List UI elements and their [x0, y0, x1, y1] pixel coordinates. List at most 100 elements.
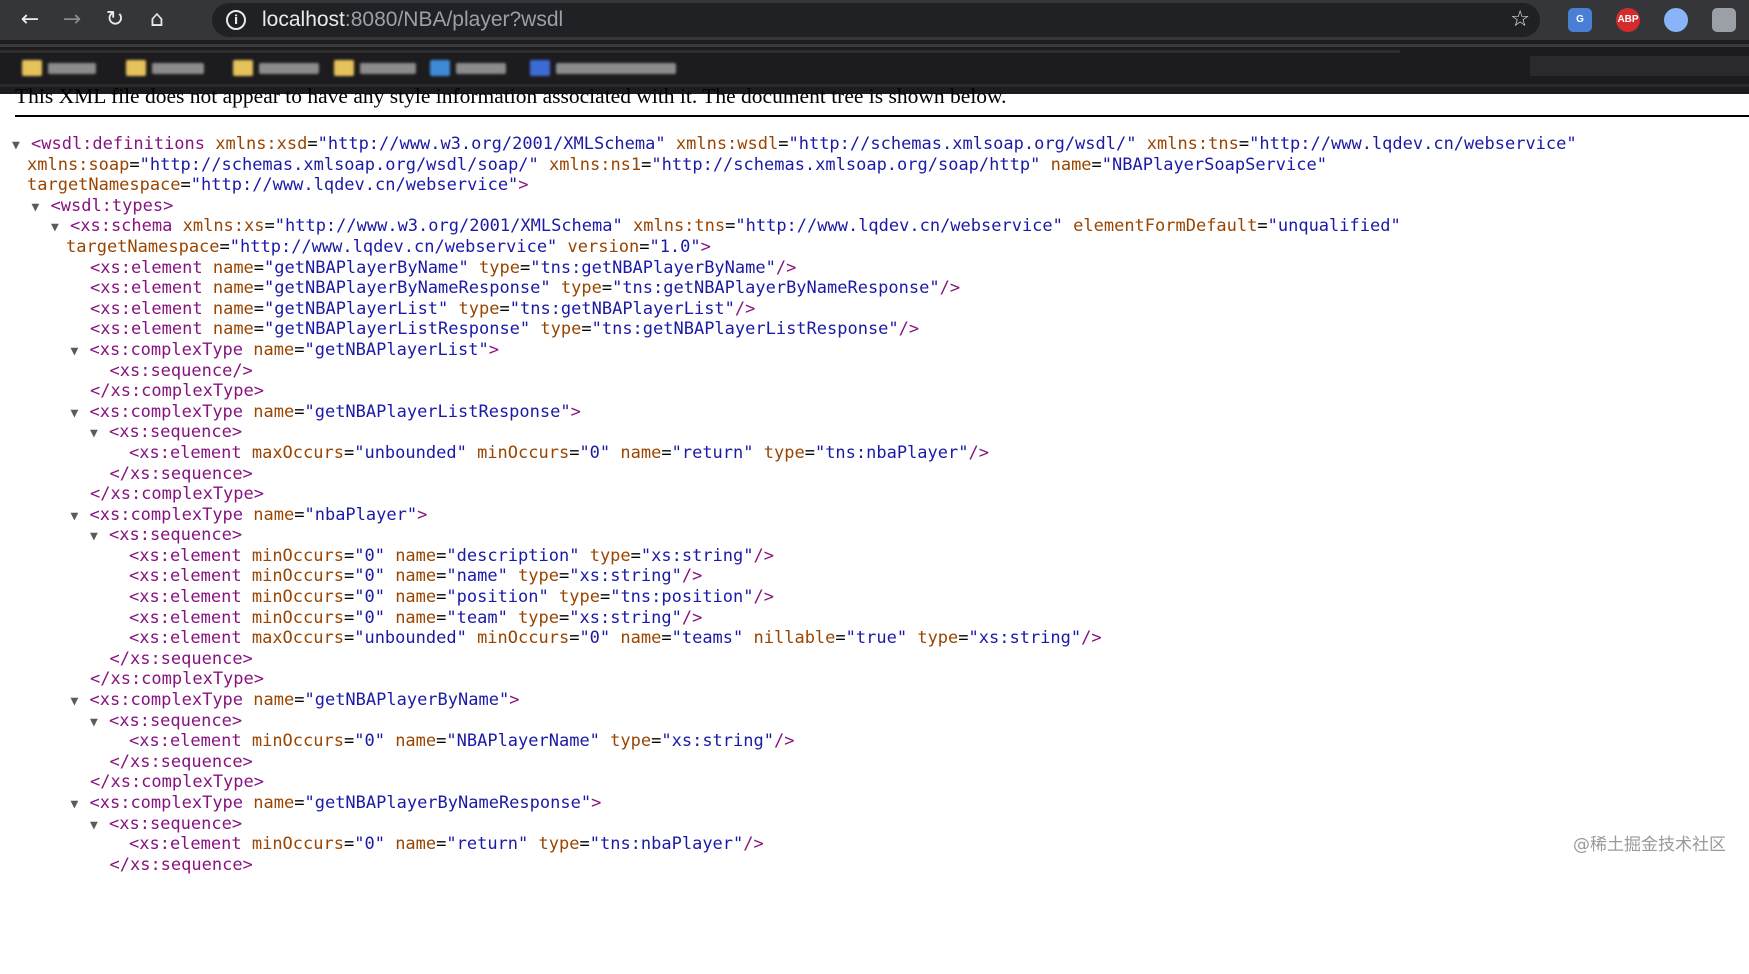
collapse-triangle-icon[interactable]: ▼	[51, 218, 70, 239]
xml-token: "tns:getNBAPlayerByName"	[530, 257, 776, 278]
xml-token: "xs:string"	[569, 607, 682, 628]
home-icon[interactable]: ⌂	[143, 6, 171, 34]
xml-token: name	[253, 793, 295, 813]
xml-token: "getNBAPlayerListResponse"	[304, 401, 571, 422]
xml-line: <xs:element minOccurs="0" name="position…	[0, 587, 1577, 608]
xml-token: xmlns:wsdl	[675, 134, 779, 154]
xml-token	[242, 546, 252, 566]
xml-line: </xs:complexType>	[0, 484, 1577, 505]
forward-arrow-icon[interactable]: →	[58, 6, 86, 34]
xml-token: =	[436, 607, 447, 628]
xml-token	[469, 258, 479, 278]
xml-token: />	[939, 278, 961, 299]
bookmark-item-blurred[interactable]	[126, 58, 204, 78]
xml-token: =	[307, 134, 318, 154]
xml-token: =	[569, 628, 580, 649]
collapse-triangle-icon[interactable]: ▼	[90, 424, 109, 445]
xml-token: />	[1081, 628, 1102, 649]
xml-token: "http://www.w3.org/2001/XMLSchema"	[274, 216, 623, 237]
site-info-icon[interactable]: i	[226, 10, 246, 30]
collapse-triangle-icon[interactable]: ▼	[12, 136, 31, 157]
xml-token: type	[560, 278, 602, 299]
collapse-triangle-icon[interactable]: ▼	[71, 342, 90, 363]
xml-token: type	[589, 545, 631, 566]
xml-line: <xs:element name="getNBAPlayerListRespon…	[0, 319, 1577, 340]
collapse-triangle-icon[interactable]: ▼	[90, 713, 109, 734]
xml-token: name	[395, 731, 437, 752]
xml-token: type	[458, 298, 500, 319]
xml-token: "0"	[354, 566, 385, 587]
collapse-triangle-icon[interactable]: ▼	[71, 404, 90, 425]
xml-token: <xs:element	[129, 566, 242, 587]
bookmark-item-blurred[interactable]	[530, 58, 676, 78]
xml-token: "position"	[446, 587, 549, 608]
xml-token: =	[294, 504, 305, 525]
xml-token: =	[519, 257, 531, 278]
xml-line: </xs:complexType>	[0, 381, 1577, 402]
xml-token: minOccurs	[251, 607, 344, 628]
xml-token: <wsdl:types>	[50, 195, 174, 216]
collapse-triangle-icon[interactable]: ▼	[90, 527, 109, 548]
xml-token	[610, 443, 620, 463]
url-text[interactable]: localhost:8080/NBA/player?wsdl	[262, 3, 563, 37]
xml-token	[743, 628, 753, 648]
xml-token	[242, 566, 252, 586]
xml-token: >	[570, 401, 581, 422]
xml-token: name	[253, 690, 295, 711]
xml-token: =	[599, 587, 611, 608]
xml-token: xmlns:tns	[633, 216, 726, 237]
xml-token: elementFormDefault	[1073, 216, 1258, 237]
xml-token	[243, 340, 253, 360]
xml-token: xmlns:soap	[27, 154, 130, 175]
xml-token: <xs:element	[90, 319, 203, 340]
xml-token: "tns:nbaPlayer"	[589, 834, 744, 855]
xml-line: ▼ <xs:complexType name="getNBAPlayerList"…	[0, 340, 1577, 361]
address-bar[interactable]: i localhost:8080/NBA/player?wsdl ☆	[212, 3, 1540, 37]
puzzle-extension[interactable]	[1712, 8, 1736, 32]
xml-token	[242, 443, 252, 463]
xml-line: <xs:element minOccurs="0" name="team" ty…	[0, 608, 1577, 629]
xml-token: "tns:nbaPlayer"	[814, 442, 969, 463]
xml-token: "getNBAPlayerList"	[304, 339, 489, 360]
bookmark-star-icon[interactable]: ☆	[1510, 3, 1530, 37]
xml-token: type	[518, 607, 560, 628]
xml-token: <xs:complexType	[89, 793, 244, 813]
collapse-triangle-icon[interactable]: ▼	[71, 692, 90, 713]
xml-token: name	[395, 587, 437, 608]
xml-token	[385, 546, 395, 566]
bookmark-item-blurred[interactable]	[233, 58, 319, 78]
xml-line: ▼ <xs:complexType name="nbaPlayer">	[0, 505, 1577, 526]
xml-token	[623, 216, 633, 236]
xml-token: "getNBAPlayerByName"	[304, 690, 510, 711]
bookmark-item-blurred[interactable]	[22, 58, 96, 78]
xml-line: </xs:sequence>	[0, 649, 1577, 670]
xml-token	[203, 278, 213, 298]
xml-token: targetNamespace	[66, 236, 220, 257]
bookmark-item-blurred[interactable]	[334, 58, 416, 78]
xml-token: "http://www.lqdev.cn/webservice"	[229, 236, 558, 257]
xml-token: "unbounded"	[354, 628, 467, 649]
collapse-triangle-icon[interactable]: ▼	[71, 795, 90, 816]
reload-icon[interactable]: ↻	[101, 6, 129, 34]
collapse-triangle-icon[interactable]: ▼	[71, 507, 90, 528]
xml-token: =	[343, 628, 355, 649]
xml-token: =	[253, 298, 265, 319]
circle-extension[interactable]	[1664, 8, 1688, 32]
collapse-triangle-icon[interactable]: ▼	[32, 198, 51, 219]
bookmark-item-blurred[interactable]	[430, 58, 506, 78]
xml-token: xmlns:tns	[1146, 134, 1239, 154]
xml-token: minOccurs	[251, 566, 344, 587]
xml-token	[907, 628, 917, 648]
xml-token	[530, 319, 540, 339]
adblock-plus-extension[interactable]: ABP	[1616, 8, 1640, 32]
collapse-triangle-icon[interactable]: ▼	[90, 816, 109, 837]
xml-token: <xs:element	[129, 628, 242, 649]
xml-token: <xs:sequence>	[109, 813, 243, 834]
xml-token: =	[958, 628, 969, 649]
back-arrow-icon[interactable]: ←	[16, 6, 44, 34]
xml-token: =	[343, 545, 355, 566]
google-translate-extension[interactable]: G	[1568, 8, 1592, 32]
xml-token	[528, 834, 538, 854]
xml-token: =	[343, 442, 355, 463]
xml-token: =	[343, 731, 355, 752]
